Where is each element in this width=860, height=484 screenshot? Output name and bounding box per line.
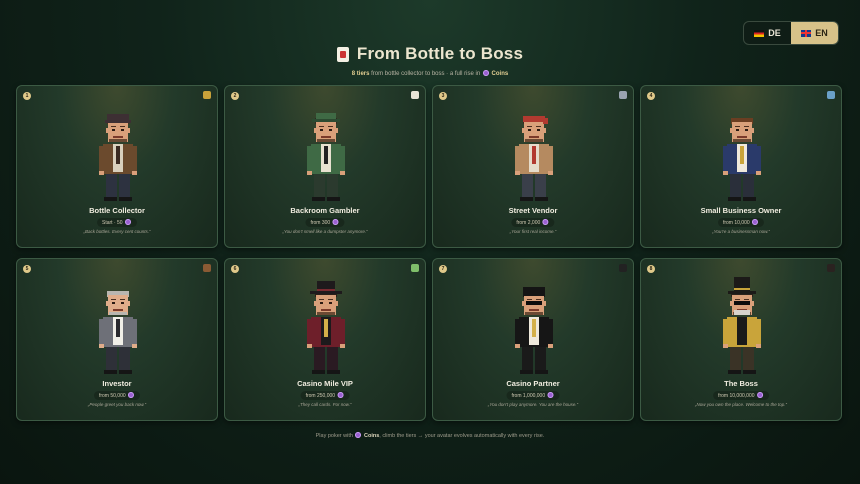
playing-card-icon	[411, 91, 419, 99]
coin-icon	[128, 392, 135, 398]
page-title-row: From Bottle to Boss	[336, 44, 524, 64]
tier-price: from 2,000	[511, 218, 555, 227]
tier-card[interactable]: 6 Casino Mile VIP from 250,000 „They call …	[224, 258, 426, 421]
shop-icon	[827, 91, 835, 99]
uk-flag-icon	[801, 29, 812, 37]
tier-card[interactable]: 4 Small Business Owner from 10,000 „You’re…	[640, 85, 842, 248]
sunglasses-icon	[619, 264, 627, 272]
coin-icon	[756, 392, 763, 398]
tier-price: Start · 50	[97, 218, 137, 227]
tier-price-text: from 10,000,000	[718, 393, 755, 399]
tier-price: from 1,000,000	[506, 391, 560, 400]
coin-icon	[337, 392, 344, 398]
tier-card[interactable]: 2 Backroom Gambler from 300 „You don’t sme…	[224, 85, 426, 248]
joker-card-icon	[336, 46, 349, 62]
coin-icon	[482, 69, 489, 76]
tier-price: from 10,000	[717, 218, 765, 227]
tophat-icon	[827, 264, 835, 272]
coin-icon	[542, 219, 549, 225]
tier-number-badge: 5	[23, 265, 31, 273]
lang-en-label: EN	[815, 28, 828, 38]
tier-price-text: from 2,000	[516, 220, 541, 226]
footer-note: Play poker with Coins, climb the tiers →…	[0, 432, 860, 439]
tier-quote: „Back bottles. Every cent counts.“	[83, 229, 151, 234]
tier-price: from 50,000	[93, 391, 141, 400]
tier-quote: „People greet you back now.“	[87, 402, 147, 407]
page-header: From Bottle to Boss 8 tiers from bottle …	[0, 44, 860, 77]
tier-price-text: Start · 50	[102, 220, 123, 226]
footer-post: , climb the tiers → your avatar evolves …	[379, 433, 545, 439]
tier-name: Small Business Owner	[700, 206, 782, 215]
tier-card[interactable]: 3 Street Vendor from 2,000 „Your first rea…	[432, 85, 634, 248]
language-switcher: DE EN	[743, 21, 839, 45]
tier-price-text: from 50,000	[98, 393, 126, 399]
tier-price-text: from 250,000	[305, 393, 336, 399]
coin-icon	[332, 219, 339, 225]
tier-quote: „Your first real income.“	[509, 229, 557, 234]
tier-card[interactable]: 7 Casino Partner from 1,000,000 „You don’t…	[432, 258, 634, 421]
tier-price: from 300	[305, 218, 345, 227]
page-subtitle: 8 tiers from bottle collector to boss · …	[0, 69, 860, 77]
footer-coins: Coins	[364, 433, 380, 439]
tier-price-text: from 1,000,000	[511, 393, 546, 399]
tier-number-badge: 1	[23, 92, 31, 100]
avatar	[301, 102, 351, 202]
coin-icon	[547, 392, 554, 398]
tier-card[interactable]: 1 Bottle Collector Start · 50 „Back bottle…	[16, 85, 218, 248]
tier-number-badge: 7	[439, 265, 447, 273]
footer-pre: Play poker with	[315, 433, 353, 439]
tier-price: from 10,000,000	[713, 391, 769, 400]
tier-quote: „Now you own the place. Welcome to the t…	[695, 402, 787, 407]
subtitle-text: from bottle collector to boss · a full r…	[371, 70, 481, 77]
tier-name: Bottle Collector	[89, 206, 145, 215]
tier-card[interactable]: 5 Investor from 50,000 „People greet you b…	[16, 258, 218, 421]
coin-icon	[124, 219, 131, 225]
tier-name: Casino Mile VIP	[297, 379, 353, 388]
briefcase-icon	[203, 264, 211, 272]
tier-price-text: from 300	[310, 220, 331, 226]
lang-de-button[interactable]: DE	[744, 22, 791, 44]
coin-icon	[752, 219, 759, 225]
tier-number-badge: 4	[647, 92, 655, 100]
page-title: From Bottle to Boss	[356, 44, 524, 63]
avatar	[717, 275, 767, 375]
german-flag-icon	[754, 29, 765, 37]
tier-name: Investor	[102, 379, 132, 388]
tier-name: Backroom Gambler	[290, 206, 360, 215]
avatar	[509, 102, 559, 202]
avatar	[93, 102, 143, 202]
tier-quote: „You don’t smell like a dumpster anymore…	[282, 229, 368, 234]
tier-name: Street Vendor	[508, 206, 558, 215]
subtitle-tiers: 8 tiers	[351, 70, 370, 77]
tier-number-badge: 8	[647, 265, 655, 273]
tier-number-badge: 2	[231, 92, 239, 100]
lang-de-label: DE	[768, 28, 781, 38]
tier-price: from 250,000	[300, 391, 350, 400]
cart-icon	[619, 91, 627, 99]
tier-quote: „You’re a businessman now.“	[712, 229, 770, 234]
tier-number-badge: 3	[439, 92, 447, 100]
avatar	[509, 275, 559, 375]
tier-name: Casino Partner	[506, 379, 560, 388]
money-icon	[411, 264, 419, 272]
tier-name: The Boss	[724, 379, 758, 388]
coin-icon	[355, 432, 362, 438]
subtitle-coins: Coins	[491, 70, 509, 77]
avatar	[93, 275, 143, 375]
tier-grid: 1 Bottle Collector Start · 50 „Back bottle…	[16, 85, 844, 421]
avatar	[717, 102, 767, 202]
tier-quote: „They call cards. For now.“	[298, 402, 352, 407]
lang-en-button[interactable]: EN	[791, 22, 838, 44]
tier-quote: „You don’t play anymore. You are the hou…	[487, 402, 579, 407]
bottle-icon	[203, 91, 211, 99]
tier-price-text: from 10,000	[722, 220, 750, 226]
avatar	[301, 275, 351, 375]
tier-card[interactable]: 8 The Boss from 10,000,000 „Now you own th…	[640, 258, 842, 421]
tier-number-badge: 6	[231, 265, 239, 273]
